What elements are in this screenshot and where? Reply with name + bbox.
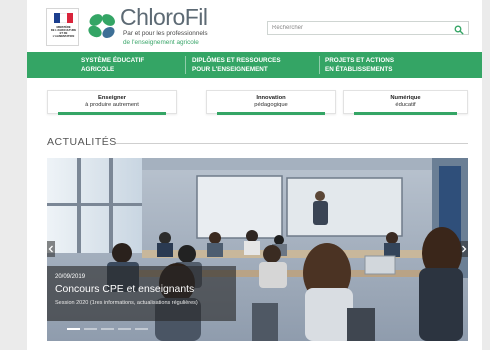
card-subtitle: éducatif — [395, 102, 416, 108]
tagline-line-1: Par et pour les professionnels — [123, 30, 208, 37]
slide-subtitle: Session 2020 (1res informations, actuali… — [55, 300, 198, 306]
ministry-logo[interactable]: MINISTÈRE DE L'AGRICULTURE ET DE L'ALIME… — [46, 8, 79, 46]
chevron-right-icon — [462, 245, 467, 253]
search-button[interactable] — [453, 23, 465, 35]
card-subtitle: pédagogique — [254, 102, 288, 108]
search-box — [267, 21, 469, 35]
chlorofil-logo-icon[interactable] — [84, 9, 120, 43]
carousel-prev-button[interactable] — [47, 241, 55, 257]
nav-item-projets[interactable]: PROJETS ET ACTIONS EN ÉTABLISSEMENTS — [325, 56, 394, 74]
slide-date: 20/09/2019 — [55, 274, 86, 280]
card-title: Numérique — [390, 95, 421, 101]
main-nav: SYSTÈME ÉDUCATIF AGRICOLE DIPLÔMES ET RE… — [27, 52, 482, 78]
card-accent-bar — [217, 112, 325, 115]
carousel-dot[interactable] — [118, 328, 131, 330]
carousel-dot[interactable] — [67, 328, 80, 330]
site-tagline: Par et pour les professionnels de l'ense… — [123, 30, 208, 47]
card-title: Enseigner — [97, 95, 127, 101]
card-accent-bar — [58, 112, 166, 115]
site-name[interactable]: ChloroFil — [120, 4, 208, 30]
card-enseigner[interactable]: Enseigner à produire autrement — [47, 90, 177, 115]
search-input[interactable] — [272, 23, 447, 33]
news-heading-rule — [116, 143, 468, 144]
slide-title[interactable]: Concours CPE et enseignants — [55, 283, 194, 296]
ministry-name: MINISTÈRE DE L'AGRICULTURE ET DE L'ALIME… — [50, 26, 77, 38]
card-numerique[interactable]: Numérique éducatif — [343, 90, 468, 115]
nav-divider — [185, 56, 186, 74]
search-icon — [454, 25, 464, 35]
page: MINISTÈRE DE L'AGRICULTURE ET DE L'ALIME… — [27, 0, 482, 350]
french-flag-icon — [54, 13, 73, 23]
card-innovation[interactable]: Innovation pédagogique — [206, 90, 336, 115]
card-accent-bar — [354, 112, 457, 115]
carousel-dot[interactable] — [135, 328, 148, 330]
carousel-next-button[interactable] — [460, 241, 468, 257]
card-subtitle: à produire autrement — [85, 102, 139, 108]
carousel-dot[interactable] — [84, 328, 97, 330]
card-title: Innovation — [256, 95, 286, 101]
news-carousel[interactable]: 20/09/2019 Concours CPE et enseignants S… — [47, 158, 468, 341]
site-header: MINISTÈRE DE L'AGRICULTURE ET DE L'ALIME… — [27, 0, 482, 52]
nav-item-systeme-educatif[interactable]: SYSTÈME ÉDUCATIF AGRICOLE — [81, 56, 144, 74]
chevron-left-icon — [48, 245, 53, 253]
nav-item-diplomes[interactable]: DIPLÔMES ET RESSOURCES POUR L'ENSEIGNEME… — [192, 56, 281, 74]
carousel-dots — [67, 328, 148, 331]
tagline-line-2: de l'enseignement agricole — [123, 38, 199, 46]
slide-caption[interactable]: 20/09/2019 Concours CPE et enseignants S… — [47, 266, 236, 321]
news-heading: ACTUALITÉS — [47, 136, 117, 148]
carousel-dot[interactable] — [101, 328, 114, 330]
nav-divider — [319, 56, 320, 74]
